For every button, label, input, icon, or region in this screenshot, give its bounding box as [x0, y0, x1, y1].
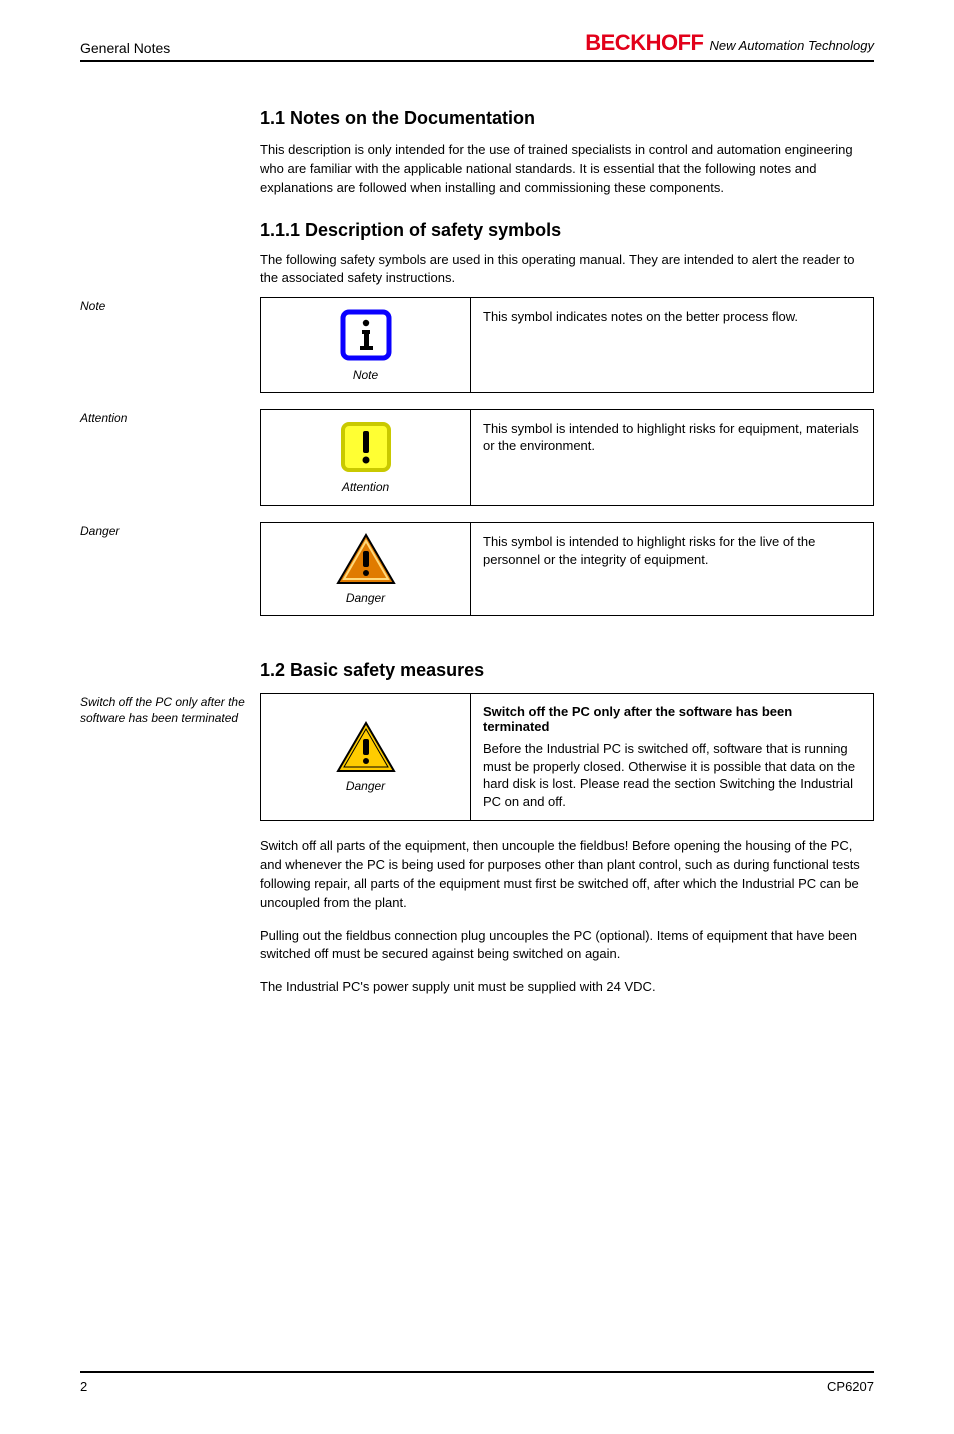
logo-tagline: New Automation Technology	[709, 38, 874, 53]
exclamation-square-icon	[339, 420, 393, 474]
section-title-safety-symbols: 1.1.1 Description of safety symbols	[260, 220, 874, 241]
section-title-notes-on-doc: 1.1 Notes on the Documentation	[260, 108, 874, 129]
danger-body: This symbol is intended to highlight ris…	[483, 533, 861, 568]
danger-caption: Danger	[269, 591, 462, 605]
attention-caption: Attention	[269, 480, 462, 494]
margin-label-danger: Danger	[80, 522, 260, 632]
intro-paragraph: This description is only intended for th…	[260, 141, 874, 198]
callout-switch-off: Danger Switch off the PC only after the …	[260, 693, 874, 821]
safety-symbols-intro: The following safety symbols are used in…	[260, 251, 874, 287]
safety-para-2: Pulling out the fieldbus connection plug…	[260, 927, 874, 965]
page-number: 2	[80, 1379, 87, 1394]
margin-label-switch-off: Switch off the PC only after the softwar…	[80, 693, 260, 837]
info-icon	[339, 308, 393, 362]
margin-label-attention: Attention	[80, 409, 260, 522]
margin-label-note: Note	[80, 297, 260, 409]
switch-off-title: Switch off the PC only after the softwar…	[483, 704, 861, 734]
warning-triangle-icon	[336, 721, 396, 773]
brand-logo: BECKHOFF New Automation Technology	[585, 30, 874, 56]
section-title-basic-safety: 1.2 Basic safety measures	[260, 660, 874, 681]
warning-triangle-icon	[336, 533, 396, 585]
note-body: This symbol indicates notes on the bette…	[483, 308, 861, 326]
safety-para-3: The Industrial PC's power supply unit mu…	[260, 978, 874, 997]
safety-para-1: Switch off all parts of the equipment, t…	[260, 837, 874, 912]
logo-text: BECKHOFF	[585, 30, 703, 56]
switch-off-body: Before the Industrial PC is switched off…	[483, 740, 861, 810]
header-section-ref: General Notes	[80, 40, 170, 56]
footer-model: CP6207	[827, 1379, 874, 1394]
switch-off-icon-caption: Danger	[269, 779, 462, 793]
callout-attention: Attention This symbol is intended to hig…	[260, 409, 874, 506]
attention-body: This symbol is intended to highlight ris…	[483, 420, 861, 455]
callout-note: Note This symbol indicates notes on the …	[260, 297, 874, 393]
callout-danger: Danger This symbol is intended to highli…	[260, 522, 874, 616]
note-caption: Note	[269, 368, 462, 382]
